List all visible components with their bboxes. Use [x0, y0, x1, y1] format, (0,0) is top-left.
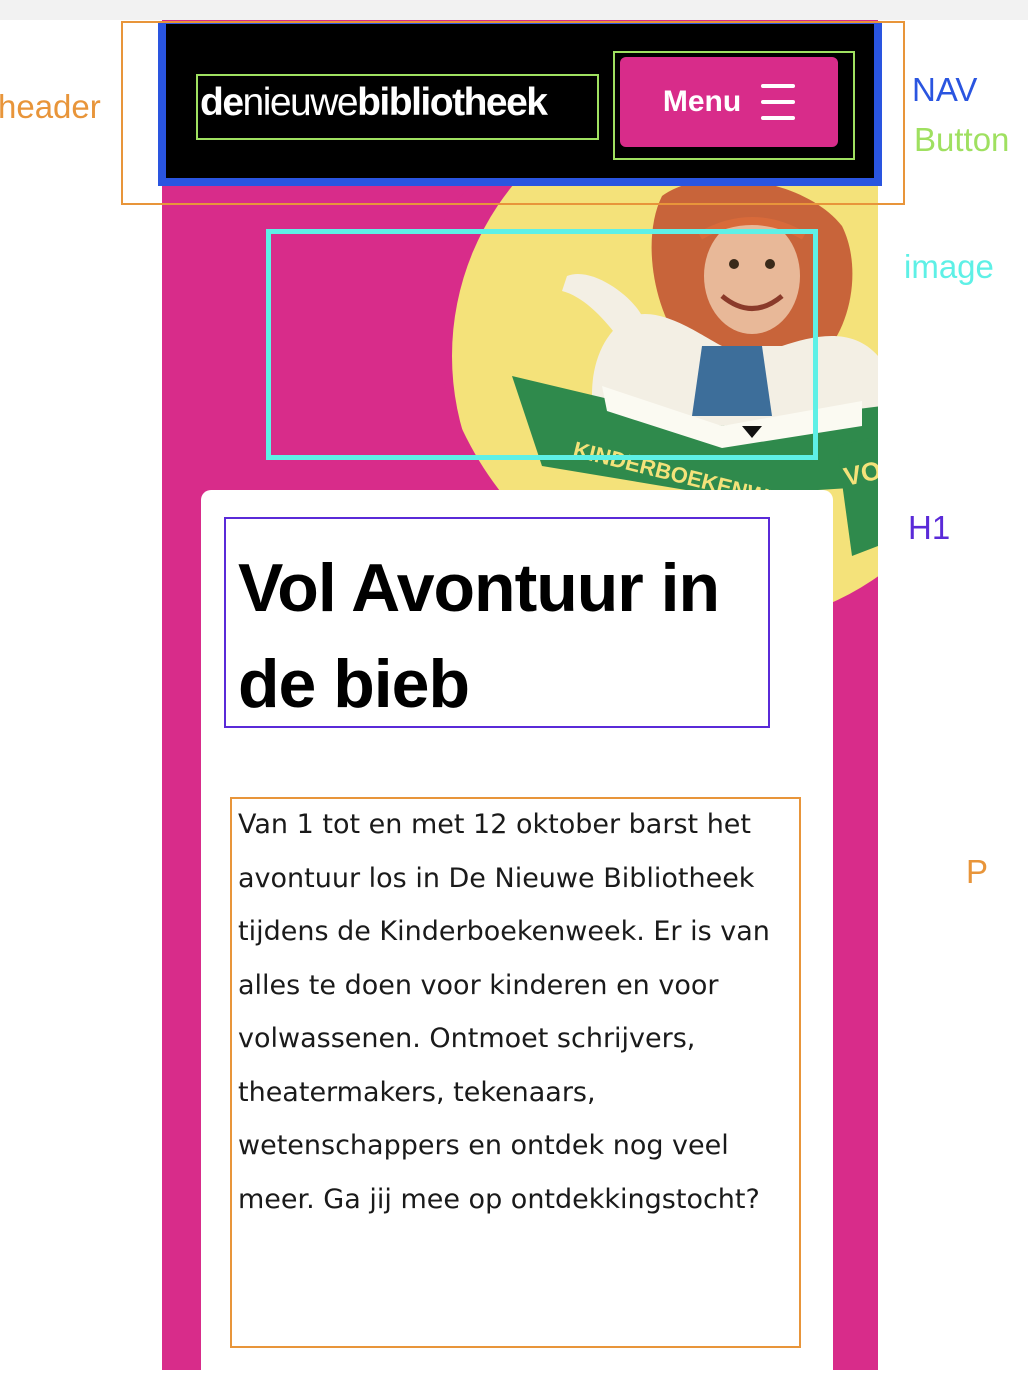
nav-annotation-label: NAV	[912, 71, 978, 108]
image-annotation-box	[266, 229, 818, 460]
logo-annotation-box	[196, 74, 599, 140]
image-annotation-label: image	[904, 248, 994, 285]
browser-top-strip	[0, 0, 1028, 20]
p-annotation-box	[230, 797, 801, 1348]
h1-annotation-label: H1	[908, 509, 951, 546]
header-annotation-label: header	[0, 88, 101, 125]
button-annotation-label: Button	[914, 121, 1010, 158]
h1-annotation-box	[224, 517, 770, 728]
p-annotation-label: P	[966, 853, 989, 890]
button-annotation-box	[613, 51, 855, 160]
